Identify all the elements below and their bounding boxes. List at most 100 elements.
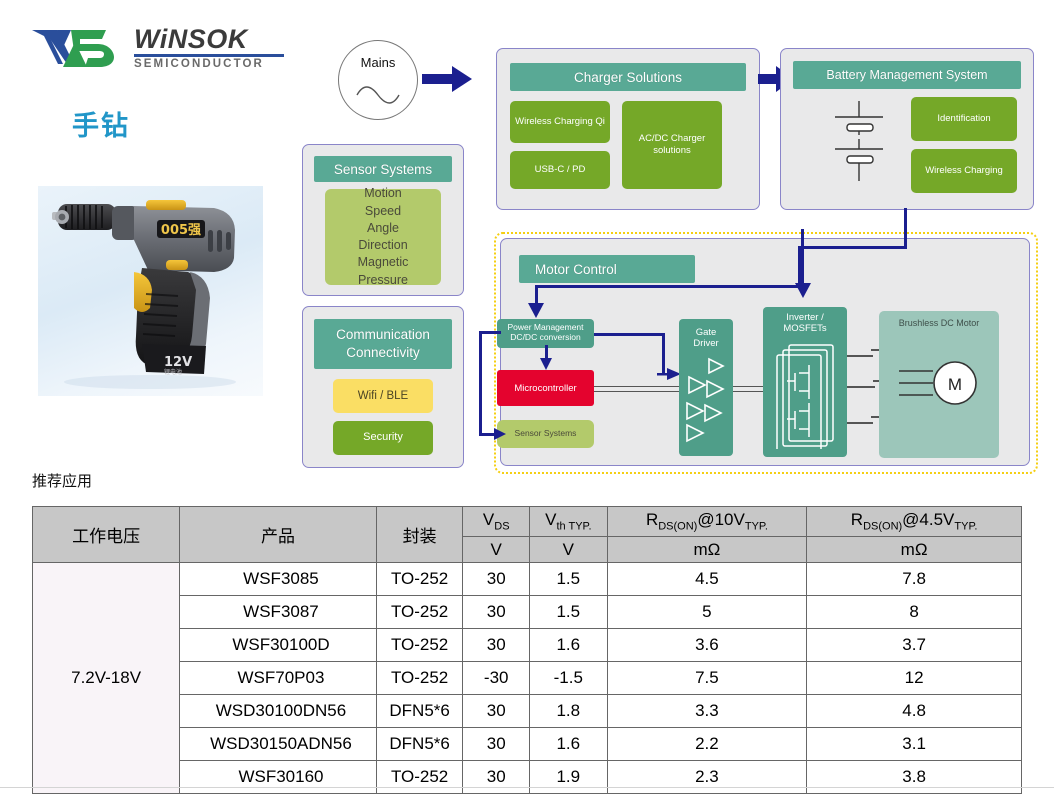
col-vds: VDS <box>462 506 530 537</box>
bms-panel: Battery Management System Identification… <box>780 48 1034 210</box>
motor-symbol-icon: M <box>899 361 977 405</box>
communication-panel: Communication Connectivity Wifi / BLE Se… <box>302 306 464 468</box>
wifi-ble-block: Wifi / BLE <box>333 379 433 413</box>
motor-symbol-label: M <box>948 375 962 394</box>
unit-vth: V <box>528 536 608 563</box>
sensor-systems-header: Sensor Systems <box>314 156 452 182</box>
phase-line-w <box>847 422 873 424</box>
cell-product: WSF3087 <box>179 595 377 629</box>
identification-block: Identification <box>911 97 1017 141</box>
cell-rds45: 4.8 <box>806 694 1022 728</box>
cell-product: WSD30100DN56 <box>179 694 377 728</box>
cell-product: WSF30160 <box>179 760 377 794</box>
col-vth: Vth TYP. <box>528 506 608 537</box>
ac-sine-wave-icon <box>356 86 400 104</box>
cell-vds: -30 <box>462 661 530 695</box>
cell-vth: 1.8 <box>528 694 608 728</box>
cell-product: WSF3085 <box>179 562 377 596</box>
sensor-systems-list: Motion Speed Angle Direction Magnetic Pr… <box>325 186 441 287</box>
page-title: 手钻 <box>72 111 130 142</box>
cell-product: WSF70P03 <box>179 661 377 695</box>
charger-solutions-header: Charger Solutions <box>510 63 746 91</box>
wire-bus-horizontal <box>535 285 804 288</box>
inverter-line1: Inverter / <box>786 312 824 323</box>
wire-gate-to-inverter-2 <box>733 391 763 393</box>
cell-package: TO-252 <box>375 562 464 596</box>
cell-vds: 30 <box>462 760 530 794</box>
wireless-charging-qi-block: Wireless Charging Qi <box>510 101 610 143</box>
svg-text:锂电池: 锂电池 <box>164 368 182 376</box>
cell-rds45: 8 <box>806 595 1022 629</box>
bottom-divider <box>0 787 1054 788</box>
cell-vds: 30 <box>462 562 530 596</box>
communication-header: Communication Connectivity <box>314 319 452 369</box>
sensor-item: Pressure <box>357 272 409 287</box>
cell-package: DFN5*6 <box>375 694 464 728</box>
cell-package: TO-252 <box>375 760 464 794</box>
communication-header-line1: Communication <box>336 326 430 342</box>
unit-rds-45v: mΩ <box>806 536 1022 563</box>
ac-dc-charger-block: AC/DC Charger solutions <box>622 101 722 189</box>
gate-driver-line1: Gate <box>695 327 717 338</box>
phase-line-v <box>847 386 875 388</box>
phase-line-u <box>847 355 873 357</box>
sensor-item: Magnetic <box>357 255 409 270</box>
arrow-right-sensor-icon <box>494 428 506 440</box>
cell-working-voltage: 7.2V-18V <box>31 562 181 794</box>
communication-header-line2: Connectivity <box>346 345 420 360</box>
motor-control-header: Motor Control <box>519 255 695 283</box>
cell-vds: 30 <box>462 595 530 629</box>
wireless-charging-block: Wireless Charging <box>911 149 1017 193</box>
bms-header: Battery Management System <box>793 61 1021 89</box>
wire-bms-to-inverter <box>801 229 804 287</box>
table-header-row-1: 工作电压 产品 封装 VDS Vth TYP. RDS(ON)@10VTYP. … <box>31 506 1022 563</box>
mains-label: Mains <box>360 55 396 70</box>
cell-vth: 1.6 <box>528 727 608 761</box>
microcontroller-block: Microcontroller <box>497 370 594 406</box>
motor-sensor-systems-block: Sensor Systems <box>497 420 594 448</box>
recommended-applications-label: 推荐应用 <box>32 472 93 490</box>
cell-rds45: 3.7 <box>806 628 1022 662</box>
battery-cell-symbol-icon <box>835 101 883 181</box>
arrow-mains-to-charger-icon <box>422 66 472 92</box>
col-package: 封装 <box>375 506 464 563</box>
power-management-block: Power Management DC/DC conversion <box>497 319 594 348</box>
table-row: WSD30150ADN56 DFN5*6 30 1.6 2.2 3.1 <box>33 727 1022 761</box>
cell-vds: 30 <box>462 628 530 662</box>
cell-rds10: 3.6 <box>606 628 808 662</box>
sensor-item: Direction <box>358 238 408 252</box>
cell-package: TO-252 <box>375 661 464 695</box>
col-rds-10v: RDS(ON)@10VTYP. <box>606 506 808 537</box>
cell-vth: 1.9 <box>528 760 608 794</box>
sensor-systems-panel: Sensor Systems Motion Speed Angle Direct… <box>302 144 464 296</box>
col-rds-45v: RDS(ON)@4.5VTYP. <box>806 506 1022 537</box>
cell-rds10: 2.3 <box>606 760 808 794</box>
cell-product: WSF30100D <box>179 628 377 662</box>
cell-product: WSD30150ADN56 <box>179 727 377 761</box>
wire-gate-to-inverter <box>733 386 763 388</box>
arrow-down-mcu-icon <box>540 358 552 370</box>
gate-driver-amplifiers-icon <box>686 357 725 443</box>
cell-rds45: 7.8 <box>806 562 1022 596</box>
sensor-item: Motion <box>364 186 402 201</box>
wire-mcu-to-gate-2 <box>594 391 679 393</box>
table-row: WSF30100D TO-252 30 1.6 3.6 3.7 <box>33 628 1022 662</box>
logo-underline <box>134 54 284 57</box>
usb-c-pd-block: USB-C / PD <box>510 151 610 189</box>
cell-vds: 30 <box>462 727 530 761</box>
wire-mcu-to-gate <box>594 386 679 388</box>
cell-rds45: 3.1 <box>806 727 1022 761</box>
brand-name: WiNSOK <box>134 24 248 54</box>
brand-logo: WiNSOK SEMICONDUCTOR <box>30 24 284 80</box>
wire-bms-down-v2 <box>798 246 801 284</box>
wire-pm-to-gate <box>594 333 664 336</box>
cell-rds10: 2.2 <box>606 727 808 761</box>
table-row: WSD30100DN56 DFN5*6 30 1.8 3.3 4.8 <box>33 694 1022 728</box>
cell-rds10: 7.5 <box>606 661 808 695</box>
brand-subtitle: SEMICONDUCTOR <box>134 58 264 70</box>
cell-package: TO-252 <box>375 595 464 629</box>
arrow-down-power-mgmt-icon <box>528 303 544 318</box>
svg-text:005强: 005强 <box>161 223 201 238</box>
cell-vth: -1.5 <box>528 661 608 695</box>
inverter-line2: MOSFETs <box>783 323 827 335</box>
